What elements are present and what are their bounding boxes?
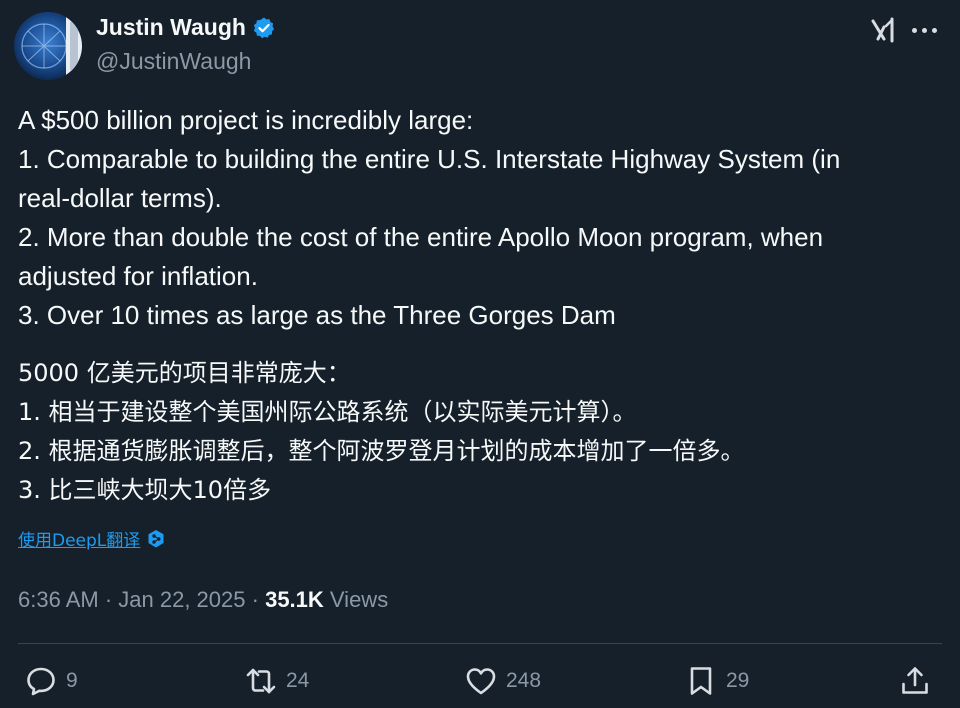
avatar[interactable] bbox=[14, 12, 82, 80]
tweet-time[interactable]: 6:36 AM bbox=[18, 587, 99, 613]
tweet-line: 2. 根据通货膨胀调整后，整个阿波罗登月计划的成本增加了一倍多。 bbox=[18, 437, 745, 465]
divider bbox=[18, 643, 942, 644]
more-dot bbox=[932, 28, 937, 33]
tweet-date[interactable]: Jan 22, 2025 bbox=[118, 587, 245, 613]
views-label: Views bbox=[323, 587, 389, 612]
more-dot bbox=[922, 28, 927, 33]
views-count[interactable]: 35.1K bbox=[265, 587, 324, 613]
repost-count: 24 bbox=[286, 669, 310, 692]
grok-icon[interactable] bbox=[870, 16, 898, 44]
meta-separator: · bbox=[245, 587, 266, 612]
tweet-paragraph-chinese: 5000 亿美元的项目非常庞大： 1. 相当于建设整个美国州际公路系统（以实际美… bbox=[18, 354, 948, 510]
share-button[interactable] bbox=[898, 664, 932, 698]
more-dot bbox=[912, 28, 917, 33]
share-icon bbox=[902, 667, 928, 694]
tweet-paragraph-english: A $500 billion project is incredibly lar… bbox=[18, 101, 948, 335]
author-handle[interactable]: @JustinWaugh bbox=[96, 48, 251, 75]
action-bar: 9 24 248 29 bbox=[0, 664, 960, 704]
bookmark-button[interactable]: 29 bbox=[684, 664, 749, 698]
like-count: 248 bbox=[506, 669, 542, 692]
author-name-row[interactable]: Justin Waugh bbox=[96, 14, 276, 41]
repost-icon bbox=[246, 668, 276, 694]
bookmark-count: 29 bbox=[726, 669, 750, 692]
bookmark-icon bbox=[690, 667, 712, 695]
reply-button[interactable]: 9 bbox=[24, 664, 78, 698]
more-options-icon[interactable] bbox=[912, 28, 937, 33]
deepl-icon bbox=[148, 529, 164, 547]
like-button[interactable]: 248 bbox=[464, 664, 541, 698]
author-name[interactable]: Justin Waugh bbox=[96, 14, 246, 41]
tweet-card: Justin Waugh @JustinWaugh A $500 billion… bbox=[0, 0, 960, 708]
meta-separator: · bbox=[98, 587, 119, 612]
repost-button[interactable]: 24 bbox=[244, 664, 309, 698]
tweet-line: real-dollar terms). bbox=[18, 183, 222, 213]
heart-icon bbox=[466, 668, 496, 695]
tweet-line: 1. Comparable to building the entire U.S… bbox=[18, 144, 841, 174]
tweet-line: 3. Over 10 times as large as the Three G… bbox=[18, 300, 616, 330]
reply-icon bbox=[27, 667, 55, 696]
tweet-text: A $500 billion project is incredibly lar… bbox=[18, 101, 948, 510]
tweet-line: 5000 亿美元的项目非常庞大： bbox=[18, 359, 351, 387]
tweet-line: 1. 相当于建设整个美国州际公路系统（以实际美元计算）。 bbox=[18, 398, 637, 426]
translate-label[interactable]: 使用DeepL翻译 bbox=[18, 526, 140, 551]
verified-badge-icon bbox=[253, 17, 275, 38]
avatar-image bbox=[14, 12, 82, 80]
tweet-line: adjusted for inflation. bbox=[18, 261, 258, 291]
reply-count: 9 bbox=[66, 669, 78, 692]
tweet-line: 2. More than double the cost of the enti… bbox=[18, 222, 824, 252]
translate-link[interactable]: 使用DeepL翻译 bbox=[18, 526, 166, 551]
tweet-line: A $500 billion project is incredibly lar… bbox=[18, 105, 474, 135]
tweet-line: 3. 比三峡大坝大10倍多 bbox=[18, 476, 272, 504]
tweet-meta: 6:36 AM · Jan 22, 2025 · 35.1K Views bbox=[18, 587, 388, 613]
